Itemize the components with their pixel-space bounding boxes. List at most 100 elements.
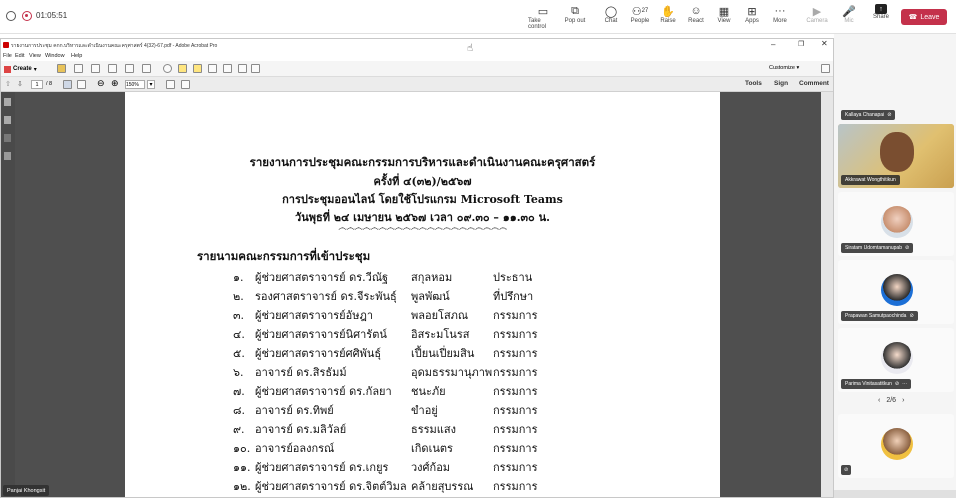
zoom-out-icon[interactable]: ⊖: [97, 78, 105, 89]
member-role: กรรมการ: [493, 385, 538, 398]
participant-tile[interactable]: ⊘: [838, 414, 954, 478]
sign-tab[interactable]: Sign: [774, 80, 788, 87]
chevron-left-icon[interactable]: ‹: [878, 397, 880, 404]
doc-ornament: ෴෴෴෴෴෴෴෴෴෴෴෴෴෴෴෴෴෴෴෴෴: [338, 223, 507, 233]
prev-page-icon[interactable]: ⇧: [5, 80, 11, 88]
menu-window[interactable]: Window: [45, 53, 65, 59]
close-icon[interactable]: ✕: [821, 39, 828, 48]
menu-edit[interactable]: Edit: [15, 53, 24, 59]
menu-file[interactable]: File: [3, 53, 12, 59]
member-name: ผู้ช่วยศาสตราจารย์อัษฎา: [255, 309, 374, 322]
participant-tile[interactable]: Prapawan Samutpaochinda ⊘: [838, 260, 954, 324]
page-total: / 8: [46, 81, 53, 87]
comment-tab[interactable]: Comment: [799, 80, 829, 87]
share-button[interactable]: ↑ Share: [870, 4, 892, 32]
next-page-icon[interactable]: ⇩: [17, 80, 23, 88]
hand-tool-icon[interactable]: [77, 80, 86, 89]
pages-icon[interactable]: [4, 98, 11, 106]
chat-button[interactable]: ◯ Chat: [600, 4, 622, 32]
leave-button[interactable]: ☎ Leave: [901, 9, 947, 25]
people-button[interactable]: ⚇ 27 People: [627, 4, 653, 32]
member-number: ๑๑.: [233, 461, 251, 474]
participant-mic-tag: ⊘: [841, 465, 852, 475]
zoom-dropdown[interactable]: ▾: [147, 80, 155, 89]
attachments-icon[interactable]: [4, 134, 11, 142]
create-button[interactable]: Create ▾: [4, 64, 37, 74]
comment-icon[interactable]: [178, 64, 187, 73]
doc-session: ครั้งที่ ๔(๓๒)/๒๕๖๗: [373, 175, 472, 188]
take-control-button[interactable]: ▭ Take control: [528, 4, 558, 32]
react-button[interactable]: ☺ React: [685, 4, 707, 32]
member-surname: พูลพัฒน์: [411, 290, 450, 303]
apps-button[interactable]: ⊞ Apps: [741, 4, 763, 32]
avatar: [881, 206, 913, 238]
participant-tile[interactable]: Siratam Udomtamanupab ⊘: [838, 192, 954, 256]
member-surname: เกิดเนตร: [411, 442, 453, 455]
member-name: อาจารย์ ดร.มลิวัลย์: [255, 423, 347, 436]
member-name: อาจารย์ ดร.ทิพย์: [255, 404, 334, 417]
member-surname: อิสระมโนรส: [411, 328, 470, 341]
page-number-input[interactable]: [31, 80, 43, 89]
select-tool-icon[interactable]: [63, 80, 72, 89]
participant-tile[interactable]: Kallaya Chanapai ⊘: [838, 104, 954, 124]
participant-tile[interactable]: Akkrawat Wongthitikun: [838, 124, 954, 188]
view-button[interactable]: ▦ View: [713, 4, 735, 32]
chevron-right-icon[interactable]: ›: [902, 397, 904, 404]
zoom-in-icon[interactable]: ⊕: [111, 78, 119, 89]
more-button[interactable]: ··· More: [769, 4, 791, 32]
member-number: ๓.: [233, 309, 245, 322]
open-icon[interactable]: [57, 64, 66, 73]
avatar: [881, 342, 913, 374]
member-surname: พลอยโสภณ: [411, 309, 469, 322]
create-icon: [4, 65, 11, 73]
mic-button[interactable]: 🎤 Mic: [838, 4, 860, 32]
attach-icon[interactable]: [223, 64, 232, 73]
bookmarks-icon[interactable]: [4, 116, 11, 124]
menu-help[interactable]: Help: [71, 53, 82, 59]
export-icon[interactable]: [238, 64, 247, 73]
acrobat-toolbar: Create ▾ Customize ▾: [1, 61, 833, 77]
pop-out-button[interactable]: ⧉ Pop out: [563, 4, 587, 32]
vertical-scrollbar[interactable]: [821, 92, 833, 497]
minimize-icon[interactable]: –: [771, 40, 775, 49]
save-icon[interactable]: [74, 64, 83, 73]
panel-scrollbar[interactable]: [834, 490, 956, 498]
camera-button[interactable]: ▶ Camera: [805, 4, 829, 32]
participant-name-tag: Kallaya Chanapai ⊘: [841, 110, 896, 120]
member-name: รองศาสตราจารย์ ดร.จีระพันธุ์: [255, 290, 397, 303]
shield-icon: [6, 11, 16, 21]
member-name: อาจารย์อลงกรณ์: [255, 442, 335, 455]
member-name: ผู้ช่วยศาสตราจารย์ ดร.กัลยา: [255, 385, 392, 398]
document-view[interactable]: รายงานการประชุมคณะกรรมการบริหารและดำเนิน…: [15, 92, 831, 497]
camera-icon: ▶: [812, 5, 822, 18]
sign-icon[interactable]: [251, 64, 260, 73]
member-name: ผู้ช่วยศาสตราจารย์ ดร.จิตต์วิมล: [255, 480, 407, 493]
expand-icon[interactable]: [821, 64, 830, 73]
settings-icon[interactable]: [163, 64, 172, 73]
restore-icon[interactable]: ❐: [798, 40, 804, 48]
member-number: ๗.: [233, 385, 245, 398]
participant-tile[interactable]: Parima Vinitasatitkun ⊘ ···: [838, 328, 954, 392]
menu-view[interactable]: View: [29, 53, 41, 59]
customize-dropdown[interactable]: Customize ▾: [769, 65, 799, 71]
tools-tab[interactable]: Tools: [745, 80, 762, 87]
email-icon[interactable]: [125, 64, 134, 73]
member-number: ๑๒.: [233, 480, 251, 493]
print-icon[interactable]: [108, 64, 117, 73]
fit-width-icon[interactable]: [181, 80, 190, 89]
raise-hand-button[interactable]: ✋ Raise: [657, 4, 679, 32]
participants-panel: Kallaya Chanapai ⊘ Akkrawat Wongthitikun…: [834, 34, 956, 498]
zoom-input[interactable]: [125, 80, 145, 89]
member-role: กรรมการ: [493, 328, 538, 341]
highlight-icon[interactable]: [193, 64, 202, 73]
raise-hand-icon: ✋: [661, 5, 675, 18]
signatures-icon[interactable]: [4, 152, 11, 160]
cloud-icon[interactable]: [91, 64, 100, 73]
fit-page-icon[interactable]: [166, 80, 175, 89]
stamp-icon[interactable]: [208, 64, 217, 73]
more-options-icon[interactable]: ···: [902, 381, 907, 387]
member-surname: ขำอยู่: [411, 404, 438, 417]
member-number: ๑.: [233, 271, 244, 284]
form-icon[interactable]: [142, 64, 151, 73]
meeting-timer: 01:05:51: [36, 11, 68, 20]
